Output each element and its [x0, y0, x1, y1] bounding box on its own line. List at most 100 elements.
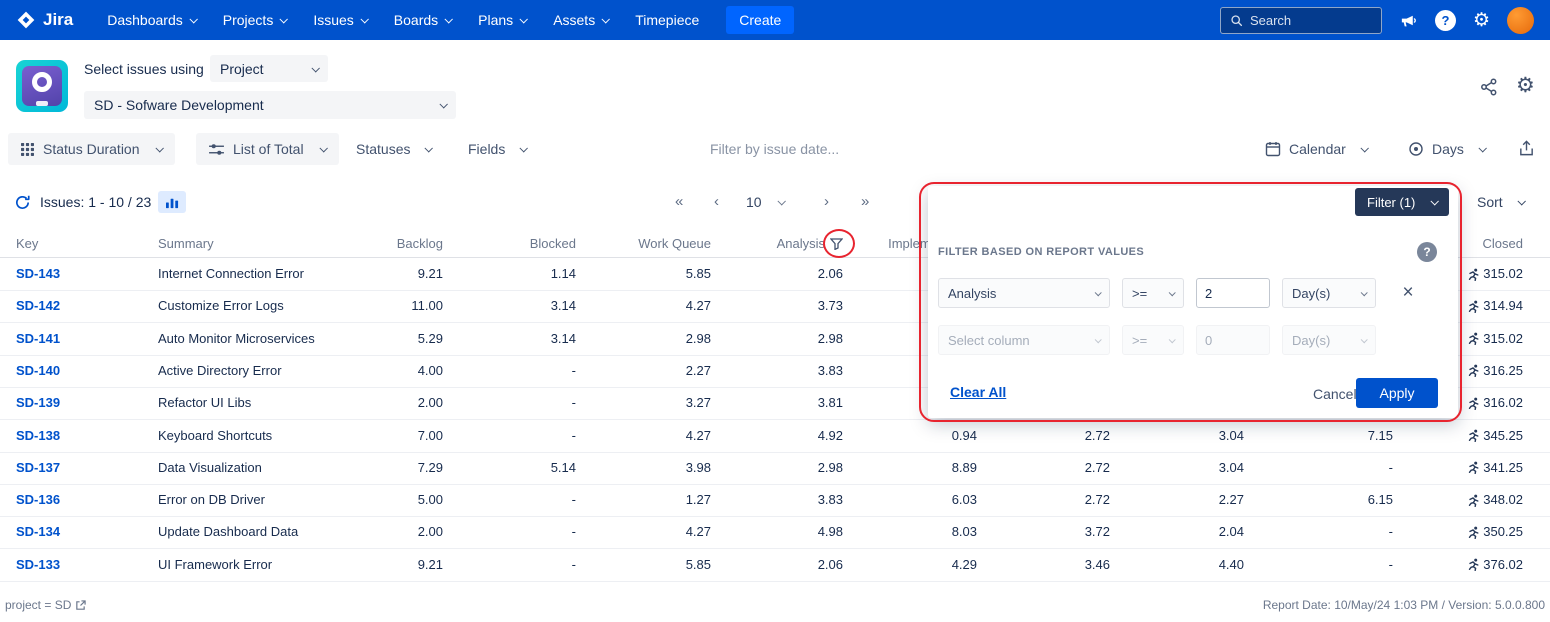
first-page-button[interactable]: « — [675, 193, 683, 210]
nav-item-assets[interactable]: Assets — [553, 12, 608, 28]
table-cell: 350.25 — [1398, 516, 1523, 548]
remove-filter-icon[interactable]: × — [1396, 280, 1420, 306]
cycle-time-icon — [1468, 397, 1480, 410]
table-cell: 5.00 — [333, 484, 443, 516]
issue-key-link[interactable]: SD-140 — [16, 355, 146, 387]
table-cell: 0.94 — [867, 420, 977, 452]
table-cell: 2.98 — [733, 323, 843, 355]
col-header-blocked[interactable]: Blocked — [466, 231, 576, 257]
issue-key-link[interactable]: SD-143 — [16, 258, 146, 290]
target-icon — [1408, 141, 1424, 157]
issue-key-link[interactable]: SD-142 — [16, 290, 146, 322]
share-icon[interactable] — [1479, 77, 1499, 97]
last-page-button[interactable]: » — [861, 193, 869, 210]
avatar[interactable] — [1507, 7, 1534, 34]
jira-brand-label: Jira — [43, 10, 73, 30]
nav-item-dashboards[interactable]: Dashboards — [107, 12, 196, 28]
issue-key-link[interactable]: SD-133 — [16, 549, 146, 581]
filter-column-select[interactable]: Analysis — [938, 278, 1110, 308]
sort-button[interactable]: Sort — [1477, 194, 1524, 210]
filter-help-icon[interactable]: ? — [1417, 242, 1437, 262]
filter-unit-select-2[interactable]: Day(s) — [1282, 325, 1376, 355]
megaphone-icon[interactable] — [1399, 11, 1418, 30]
table-cell: 348.02 — [1398, 484, 1523, 516]
table-cell: 345.25 — [1398, 420, 1523, 452]
filter-column-select-2[interactable]: Select column — [938, 325, 1110, 355]
table-cell: 2.72 — [1000, 484, 1110, 516]
filter-funnel-icon[interactable] — [830, 238, 843, 250]
project-select[interactable]: SD - Sofware Development — [84, 91, 456, 119]
refresh-icon[interactable] — [14, 194, 31, 211]
filter-operator-select-2[interactable]: >= — [1122, 325, 1184, 355]
nav-item-projects[interactable]: Projects — [223, 12, 287, 28]
table-cell: 5.85 — [601, 258, 711, 290]
cycle-time-icon — [1468, 494, 1480, 507]
table-cell: 5.14 — [466, 452, 576, 484]
settings-gear-icon[interactable]: ⚙ — [1516, 75, 1535, 96]
table-cell: 3.04 — [1134, 420, 1244, 452]
table-cell: - — [1283, 452, 1393, 484]
table-cell: 4.00 — [333, 355, 443, 387]
filter-value-input[interactable] — [1196, 278, 1270, 308]
jira-logo[interactable]: Jira — [16, 10, 73, 30]
table-cell: 3.72 — [1000, 516, 1110, 548]
cycle-time-icon — [1468, 332, 1480, 345]
nav-item-plans[interactable]: Plans — [478, 12, 526, 28]
export-icon[interactable] — [1518, 140, 1535, 157]
search-input[interactable]: Search — [1220, 7, 1382, 34]
list-mode-button[interactable]: List of Total — [196, 133, 339, 165]
date-filter-input[interactable]: Filter by issue date... — [710, 133, 839, 165]
clear-all-link[interactable]: Clear All — [950, 384, 1006, 400]
issue-key-link[interactable]: SD-136 — [16, 484, 146, 516]
prev-page-button[interactable]: ‹ — [714, 193, 719, 210]
unit-button[interactable]: Days — [1408, 133, 1485, 165]
filter-operator-select[interactable]: >= — [1122, 278, 1184, 308]
table-cell: 376.02 — [1398, 549, 1523, 581]
table-cell: 6.15 — [1283, 484, 1393, 516]
timepiece-app-icon — [16, 60, 68, 112]
gear-icon-navbar[interactable]: ⚙ — [1473, 11, 1490, 30]
filter-value-input-2[interactable] — [1196, 325, 1270, 355]
search-icon — [1230, 14, 1243, 27]
statuses-button[interactable]: Statuses — [356, 133, 431, 165]
col-header-key[interactable]: Key — [16, 231, 146, 257]
table-cell: - — [466, 549, 576, 581]
col-header-analysis[interactable]: Analysis — [733, 231, 843, 257]
fields-button[interactable]: Fields — [468, 133, 526, 165]
issue-key-link[interactable]: SD-134 — [16, 516, 146, 548]
create-button[interactable]: Create — [726, 6, 794, 34]
help-icon-navbar[interactable]: ? — [1435, 10, 1456, 31]
issue-key-link[interactable]: SD-138 — [16, 420, 146, 452]
issue-key-link[interactable]: SD-141 — [16, 323, 146, 355]
filter-unit-select[interactable]: Day(s) — [1282, 278, 1376, 308]
apply-button[interactable]: Apply — [1356, 378, 1438, 408]
nav-item-timepiece[interactable]: Timepiece — [635, 12, 699, 28]
table-cell: 4.40 — [1134, 549, 1244, 581]
nav-item-boards[interactable]: Boards — [394, 12, 451, 28]
nav-item-issues[interactable]: Issues — [313, 12, 366, 28]
table-cell: 1.14 — [466, 258, 576, 290]
page-size-select[interactable]: 10 — [746, 194, 784, 210]
issue-source-select[interactable]: Project — [210, 55, 328, 82]
issue-key-link[interactable]: SD-139 — [16, 387, 146, 419]
chart-view-button[interactable] — [158, 191, 186, 213]
filter-button[interactable]: Filter (1) — [1355, 188, 1449, 216]
report-type-button[interactable]: Status Duration — [8, 133, 175, 165]
table-cell: 6.03 — [867, 484, 977, 516]
table-cell: 11.00 — [333, 290, 443, 322]
cancel-button[interactable]: Cancel — [1313, 386, 1357, 402]
next-page-button[interactable]: › — [824, 193, 829, 210]
col-header-backlog[interactable]: Backlog — [333, 231, 443, 257]
table-cell: 3.81 — [733, 387, 843, 419]
external-link-icon[interactable] — [75, 600, 86, 611]
table-cell: 4.29 — [867, 549, 977, 581]
table-cell: 7.15 — [1283, 420, 1393, 452]
table-cell: 2.27 — [601, 355, 711, 387]
table-cell: 7.29 — [333, 452, 443, 484]
col-header-work-queue[interactable]: Work Queue — [601, 231, 711, 257]
search-placeholder: Search — [1250, 13, 1291, 28]
table-cell: 3.83 — [733, 484, 843, 516]
table-row: SD-133UI Framework Error9.21-5.852.064.2… — [0, 549, 1550, 582]
issue-key-link[interactable]: SD-137 — [16, 452, 146, 484]
calendar-button[interactable]: Calendar — [1265, 133, 1367, 165]
